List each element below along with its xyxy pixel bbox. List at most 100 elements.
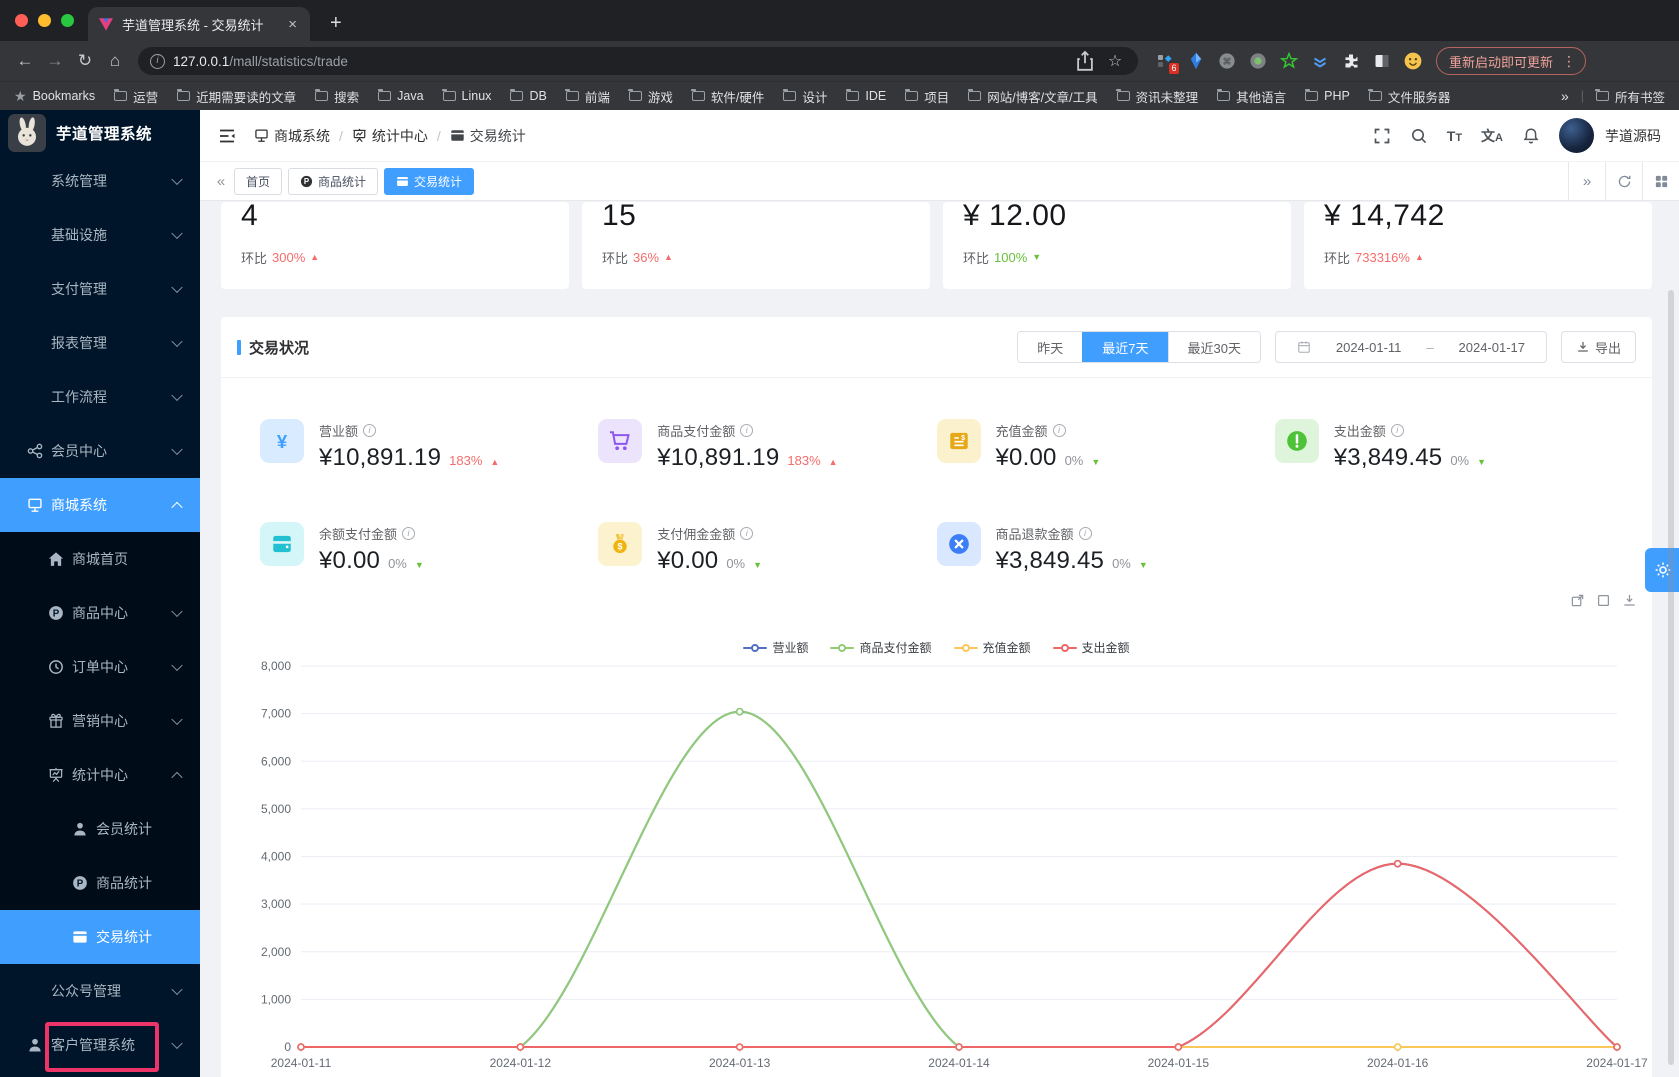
command-extension-icon[interactable]: ⌘ xyxy=(1218,52,1236,70)
site-info-icon[interactable]: i xyxy=(150,53,165,69)
language-icon[interactable]: 文A xyxy=(1481,126,1503,146)
font-size-icon[interactable]: TT xyxy=(1447,128,1462,144)
all-bookmarks-folder[interactable]: 所有书签 xyxy=(1595,87,1665,106)
trade-trend-chart[interactable]: 0 1,000 2,000 3,000 4,000 5,000 6,000 7,000 8,00… xyxy=(221,585,1652,1077)
legend-item-商品支付金额[interactable]: 商品支付金额 xyxy=(830,639,932,656)
bookmark-folder[interactable]: IDE xyxy=(845,87,886,106)
sidebar-item-mall-system[interactable]: 商城系统 xyxy=(0,478,200,532)
export-button[interactable]: 导出 xyxy=(1560,331,1636,363)
breadcrumb-item[interactable]: 统计中心 xyxy=(352,126,428,146)
update-browser-button[interactable]: 重新启动即可更新 ⋮ xyxy=(1436,47,1587,75)
vertical-scrollbar[interactable] xyxy=(1668,290,1674,1065)
user-avatar[interactable] xyxy=(1559,118,1594,153)
bookmark-folder[interactable]: 项目 xyxy=(904,87,949,106)
bookmark-folder[interactable]: 前端 xyxy=(565,87,610,106)
sidebar-item-member-stats[interactable]: 会员统计 xyxy=(0,802,200,856)
range-button-0[interactable]: 昨天 xyxy=(1018,332,1083,362)
sidebar-item-order-center[interactable]: 订单中心 xyxy=(0,640,200,694)
sidebar-item-infra[interactable]: 基础设施 xyxy=(0,208,200,262)
bookmarks-root[interactable]: ★ Bookmarks xyxy=(14,88,95,105)
scroll-tags-left-icon[interactable]: « xyxy=(208,173,234,190)
sidebar-item-report[interactable]: 报表管理 xyxy=(0,316,200,370)
green-star-extension-icon[interactable] xyxy=(1280,52,1298,70)
bookmark-folder[interactable]: 其他语言 xyxy=(1216,87,1286,106)
blue-kite-extension-icon[interactable] xyxy=(1187,52,1205,70)
browser-menu-icon[interactable]: ⋮ xyxy=(1559,53,1579,70)
sidebar-item-system[interactable]: 系统管理 xyxy=(0,154,200,208)
new-tab-button[interactable]: + xyxy=(330,10,342,36)
bookmark-folder[interactable]: 运营 xyxy=(113,87,158,106)
bookmark-folder[interactable]: Linux xyxy=(442,87,491,106)
scroll-tags-right-icon[interactable]: » xyxy=(1568,162,1605,200)
reload-icon[interactable]: ↻ xyxy=(70,51,100,71)
sidebar-item-pay[interactable]: 支付管理 xyxy=(0,262,200,316)
info-icon[interactable]: i xyxy=(740,527,754,540)
bookmark-folder[interactable]: 近期需要读的文章 xyxy=(176,87,296,106)
bookmark-folder[interactable]: 文件服务器 xyxy=(1368,87,1450,106)
minimize-window-button[interactable] xyxy=(38,14,51,27)
share-icon[interactable] xyxy=(1074,50,1096,72)
sidebar-item-workflow[interactable]: 工作流程 xyxy=(0,370,200,424)
sidebar-item-member-center[interactable]: 会员中心 xyxy=(0,424,200,478)
bookmark-folder[interactable]: 设计 xyxy=(782,87,827,106)
bookmark-folder[interactable]: 资讯未整理 xyxy=(1116,87,1198,106)
split-screen-extension-icon[interactable] xyxy=(1373,52,1391,70)
username[interactable]: 芋道源码 xyxy=(1605,126,1661,146)
range-button-1[interactable]: 最近7天 xyxy=(1082,332,1168,362)
sidebar-item-statistics-center[interactable]: 统计中心 xyxy=(0,748,200,802)
bookmark-folder[interactable]: 网站/博客/文章/工具 xyxy=(967,87,1098,106)
collapse-sidebar-icon[interactable] xyxy=(218,127,236,145)
info-icon[interactable]: i xyxy=(363,424,377,437)
bookmark-folder[interactable]: 搜索 xyxy=(314,87,359,106)
bookmark-folder[interactable]: PHP xyxy=(1304,87,1350,106)
info-icon[interactable]: i xyxy=(402,527,416,540)
sidebar-item-trade-stats[interactable]: 交易统计 xyxy=(0,910,200,964)
info-icon[interactable]: i xyxy=(1052,424,1066,437)
bookmark-folder[interactable]: Java xyxy=(377,87,424,106)
breadcrumb-item[interactable]: 交易统计 xyxy=(450,126,526,146)
bookmark-folder[interactable]: DB xyxy=(509,87,547,106)
app-logo[interactable]: 芋道管理系统 xyxy=(0,110,200,154)
url-bar[interactable]: i 127.0.0.1/mall/statistics/trade ☆ xyxy=(138,47,1138,75)
bookmarks-overflow-icon[interactable]: » xyxy=(1561,88,1569,104)
date-start[interactable]: 2024-01-11 xyxy=(1336,340,1402,355)
date-end[interactable]: 2024-01-17 xyxy=(1459,340,1526,355)
legend-item-营业额[interactable]: 营业额 xyxy=(743,639,808,656)
zoom-window-button[interactable] xyxy=(61,14,74,27)
close-window-button[interactable] xyxy=(15,14,28,27)
home-icon[interactable]: ⌂ xyxy=(100,51,130,71)
sidebar-item-product-center[interactable]: P 商品中心 xyxy=(0,586,200,640)
fullscreen-icon[interactable] xyxy=(1373,127,1391,145)
sidebar-item-crm[interactable]: 客户管理系统 xyxy=(0,1018,200,1072)
profile-avatar-icon[interactable] xyxy=(1404,52,1422,70)
forward-icon[interactable]: → xyxy=(40,51,70,71)
tab-首页[interactable]: 首页 xyxy=(234,167,283,195)
extensions-puzzle-icon[interactable] xyxy=(1342,52,1360,70)
bookmark-folder[interactable]: 软件/硬件 xyxy=(691,87,764,106)
sidebar-item-promotion-center[interactable]: 营销中心 xyxy=(0,694,200,748)
legend-item-支出金额[interactable]: 支出金额 xyxy=(1052,639,1130,656)
info-icon[interactable]: i xyxy=(1390,424,1404,437)
legend-item-充值金额[interactable]: 充值金额 xyxy=(953,639,1031,656)
refresh-page-icon[interactable] xyxy=(1605,162,1642,200)
search-icon[interactable] xyxy=(1410,127,1428,145)
sidebar-item-mall-home[interactable]: 商城首页 xyxy=(0,532,200,586)
range-button-2[interactable]: 最近30天 xyxy=(1167,332,1260,362)
browser-tab[interactable]: 芋道管理系统 - 交易统计 × xyxy=(88,7,310,41)
green-dot-extension-icon[interactable] xyxy=(1249,52,1267,70)
bookmark-folder[interactable]: 游戏 xyxy=(628,87,673,106)
info-icon[interactable]: i xyxy=(740,424,754,437)
back-icon[interactable]: ← xyxy=(10,51,40,71)
tab-商品统计[interactable]: P 商品统计 xyxy=(288,167,379,195)
tab-close-icon[interactable]: × xyxy=(285,16,300,33)
sidebar-item-product-stats[interactable]: P 商品统计 xyxy=(0,856,200,910)
tags-menu-icon[interactable] xyxy=(1642,162,1679,200)
blue-layers-extension-icon[interactable] xyxy=(1311,52,1329,70)
tab-交易统计[interactable]: 交易统计 xyxy=(384,167,475,195)
sidebar-item-mp[interactable]: 公众号管理 xyxy=(0,964,200,1018)
breadcrumb-item[interactable]: 商城系统 xyxy=(254,126,330,146)
date-range-picker[interactable]: 2024-01-11 – 2024-01-17 xyxy=(1274,331,1547,363)
bookmark-star-icon[interactable]: ☆ xyxy=(1104,51,1126,71)
tab-manager-extension-icon[interactable]: 6 xyxy=(1156,52,1179,74)
notifications-bell-icon[interactable] xyxy=(1522,127,1540,145)
